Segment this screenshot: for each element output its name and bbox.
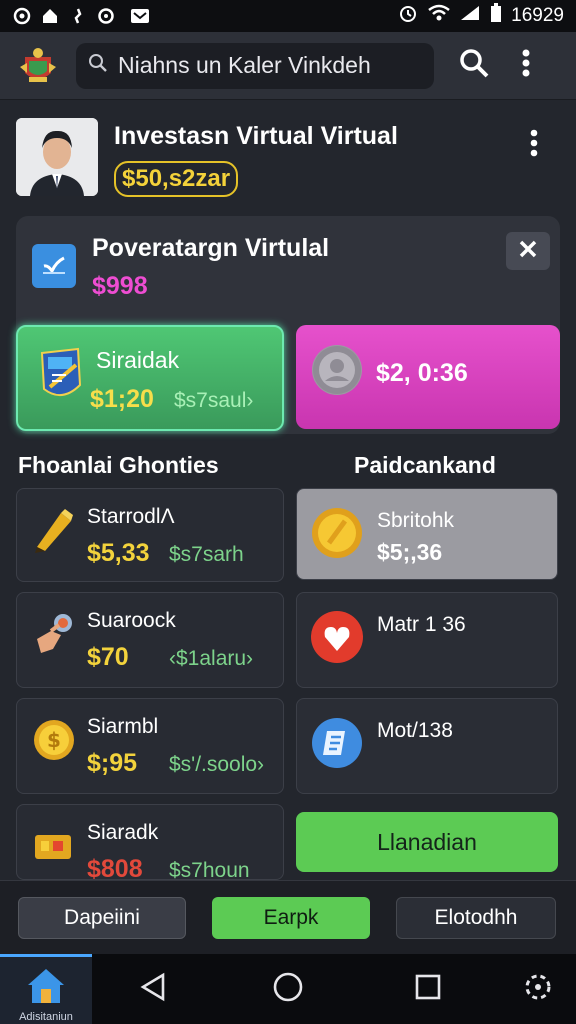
clock-time: 16929 xyxy=(511,5,564,26)
tile-title: StarrodlΛ xyxy=(87,505,175,528)
asset-tile[interactable]: $ Siarmbl $;95 $s'/.soolo› xyxy=(16,698,284,794)
close-button[interactable] xyxy=(506,232,550,270)
asset-tile[interactable]: Siaradk $808 $s7houn xyxy=(16,804,284,883)
app-logo[interactable] xyxy=(14,42,62,90)
search-icon xyxy=(458,47,490,84)
check-icon xyxy=(40,252,68,281)
section-title-right: Paidcankand xyxy=(354,452,496,478)
featured-green-sub: $s7saul› xyxy=(174,389,254,412)
tile-value: $70 xyxy=(87,643,129,671)
other-button[interactable]: Elotodhh xyxy=(396,897,556,939)
svg-text:$: $ xyxy=(47,728,61,752)
coin-icon: $ xyxy=(31,717,77,763)
app-bar xyxy=(0,32,576,100)
recents-button[interactable] xyxy=(411,972,445,1006)
sync-icon xyxy=(68,6,88,26)
document-icon xyxy=(311,717,363,769)
tile-title: Siarmbl xyxy=(87,715,159,738)
home-button[interactable] xyxy=(271,972,305,1006)
asset-tile-right[interactable]: Sbritohk $5;,36 xyxy=(296,488,558,580)
balance-badge: $50,s2zar xyxy=(114,161,239,197)
shield-card-icon xyxy=(36,345,86,407)
asset-tile-right[interactable]: Mot/138 xyxy=(296,698,558,794)
asset-tile[interactable]: Suaroock $70 ‹$1alaru› xyxy=(16,592,284,688)
featured-card-green[interactable]: Siraidak $1;20 $s7saul› xyxy=(16,325,284,431)
notification-icon xyxy=(12,6,32,26)
tile-value: $;95 xyxy=(87,749,138,777)
asset-tile[interactable]: StarrodlΛ $5,33 $s7sarh xyxy=(16,488,284,582)
ticket-icon xyxy=(31,823,77,869)
featured-card-pink[interactable]: $2, 0:36 xyxy=(296,325,560,429)
heart-icon xyxy=(311,611,363,663)
tile-title: Suaroock xyxy=(87,609,176,632)
circle-home-icon xyxy=(272,971,304,1008)
wifi-icon xyxy=(427,4,451,28)
profile-name: Investasn Virtual Virtual xyxy=(114,122,398,150)
deposit-button[interactable]: Dapeiini xyxy=(18,897,186,939)
profile-header: Investasn Virtual Virtual $50,s2zar xyxy=(16,118,560,198)
back-button[interactable] xyxy=(136,972,170,1006)
featured-green-title: Siraidak xyxy=(96,347,180,373)
profile-menu-button[interactable] xyxy=(524,128,544,162)
portfolio-title: Poveratargn Virtulal xyxy=(92,234,330,262)
assistant-icon xyxy=(523,972,553,1007)
tile-title: Sbritohk xyxy=(377,509,455,532)
close-icon xyxy=(517,236,539,267)
back-icon xyxy=(139,972,167,1007)
featured-pink-value: $2, 0:36 xyxy=(376,359,468,387)
tile-value: $5;,36 xyxy=(377,539,443,565)
message-icon xyxy=(130,6,150,26)
search-icon xyxy=(88,53,108,78)
search-button[interactable] xyxy=(454,46,494,86)
tile-sub: $s'/.soolo› xyxy=(169,753,265,776)
recents-icon xyxy=(414,973,442,1006)
overflow-menu-button[interactable] xyxy=(516,46,536,86)
avatar[interactable] xyxy=(16,118,98,196)
home-icon xyxy=(26,967,66,1010)
more-vertical-icon xyxy=(522,49,530,82)
tile-title: Siaradk xyxy=(87,821,159,844)
tile-sub: ‹$1alaru› xyxy=(169,647,254,670)
battery-icon xyxy=(489,3,503,29)
featured-green-value: $1;20 xyxy=(90,385,154,413)
asset-tile-right[interactable]: Matr 1 36 xyxy=(296,592,558,688)
home-tab-label: Adisitaniun xyxy=(19,1011,73,1023)
action-bar: Dapeiini Earpk Elotodhh xyxy=(0,880,576,954)
hand-icon xyxy=(31,611,77,657)
section-title-left: Fhoanlai Ghonties xyxy=(18,452,219,478)
checkbox[interactable] xyxy=(32,244,76,288)
status-bar: 16929 xyxy=(0,0,576,32)
signal-icon xyxy=(459,4,481,28)
more-vertical-icon xyxy=(530,129,538,162)
pencil-icon xyxy=(31,507,77,553)
coin-icon xyxy=(311,507,363,559)
assistant-button[interactable] xyxy=(521,972,555,1006)
tile-title: Matr 1 36 xyxy=(377,613,466,636)
alarm-icon xyxy=(397,3,419,29)
buy-button[interactable]: Earpk xyxy=(212,897,370,939)
tile-sub: $s7sarh xyxy=(169,543,244,566)
search-bar[interactable] xyxy=(76,42,434,89)
portfolio-value: $998 xyxy=(92,272,148,300)
home-small-icon xyxy=(40,6,60,26)
circle-icon xyxy=(96,6,116,26)
system-nav-bar: Adisitaniun xyxy=(0,954,576,1024)
tile-title: Mot/138 xyxy=(377,719,453,742)
user-circle-icon xyxy=(312,345,362,395)
home-tab[interactable]: Adisitaniun xyxy=(0,954,92,1024)
search-input[interactable] xyxy=(118,52,418,79)
cta-button[interactable]: Llanadian xyxy=(296,812,558,872)
tile-value: $5,33 xyxy=(87,539,150,567)
